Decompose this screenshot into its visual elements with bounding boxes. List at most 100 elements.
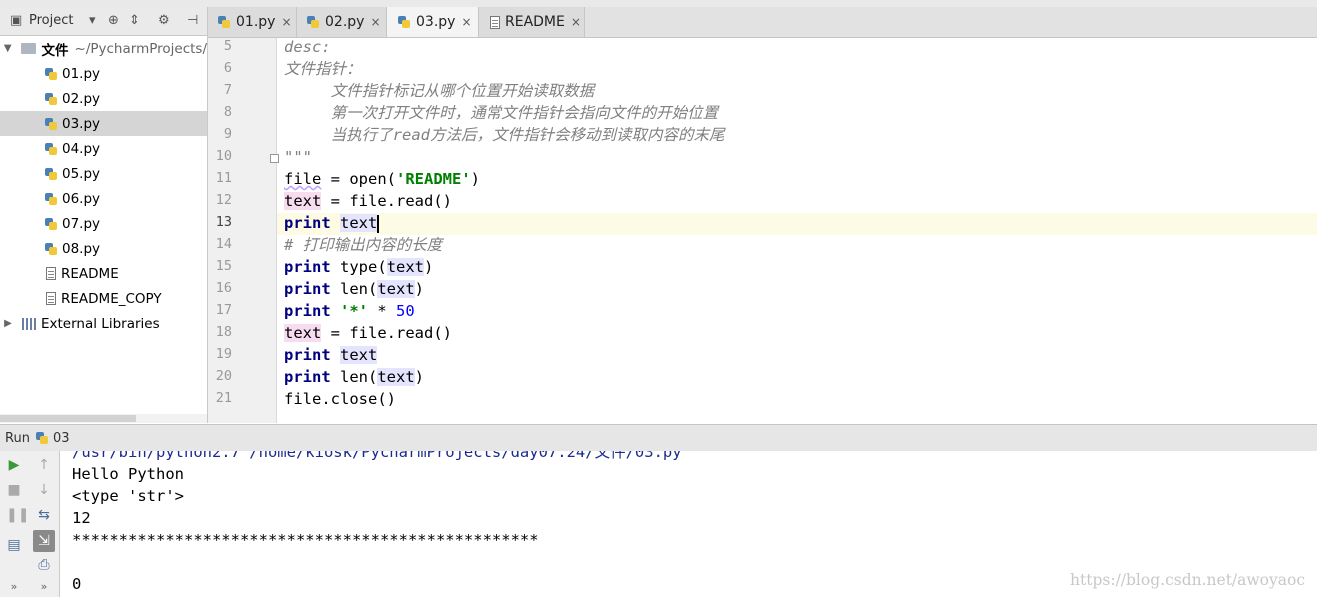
tab-02py[interactable]: 02.py × [297,7,387,37]
locate-icon[interactable]: ⊕ [108,13,119,28]
tree-file-03[interactable]: 03.py [0,111,207,136]
scroll-to-end-icon[interactable]: ⇲ [33,530,55,552]
tree-file-08[interactable]: 08.py [0,236,207,261]
more-actions-icon-2[interactable]: » [36,579,52,595]
tree-file-04[interactable]: 04.py [0,136,207,161]
tab-label: 01.py [236,14,276,30]
tree-file-01[interactable]: 01.py [0,61,207,86]
python-file-icon [44,192,58,206]
run-config-name[interactable]: 03 [53,431,70,446]
python-file-icon [217,15,231,29]
root-folder-path: ~/PycharmProjects/ [74,40,207,57]
token-string: '*' [340,302,369,320]
line-number: 20 [215,368,232,384]
close-icon[interactable]: × [281,15,291,29]
restore-layout-icon[interactable]: ▤ [6,537,22,553]
library-icon [22,317,36,330]
folder-icon [21,43,36,54]
code-line-14: # 打印输出内容的长度 [284,236,443,254]
line-number-current: 13 [215,214,232,230]
console-line: 12 [72,509,91,527]
soft-wrap-icon[interactable]: ⇆ [36,507,52,523]
token-op: * [368,302,397,320]
line-number: 6 [223,60,232,76]
token-op: = [321,324,350,342]
token-keyword: print [284,368,331,386]
hide-panel-icon[interactable]: ⊣ [187,13,198,28]
project-panel-title[interactable]: Project [29,13,73,28]
pause-icon[interactable]: ❚❚ [6,507,29,523]
code-line-20: print len(text) [284,366,424,388]
text-caret [377,214,380,233]
tree-external-libraries[interactable]: ▶ External Libraries [0,311,207,336]
tab-01py[interactable]: 01.py × [208,7,297,37]
scroll-down-icon[interactable]: ↓ [36,482,52,498]
code-line-7: 文件指针标记从哪个位置开始读取数据 [284,82,595,100]
code-line-5: desc: [284,38,331,56]
tree-file-06[interactable]: 06.py [0,186,207,211]
file-label: 07.py [62,215,101,232]
gear-icon[interactable]: ⚙ [158,13,170,28]
tree-file-readme[interactable]: README [0,261,207,286]
run-panel-title[interactable]: Run [5,431,30,446]
view-dropdown-icon[interactable]: ▾ [89,13,96,28]
project-view-icon: ▣ [10,13,23,28]
close-icon[interactable]: × [461,15,471,29]
fold-marker-icon[interactable] [270,154,279,163]
tree-root-folder[interactable]: ▼ 文件 ~/PycharmProjects/ [0,36,207,61]
token-var: text [377,368,415,386]
python-file-icon [35,431,49,445]
file-label: 02.py [62,90,101,107]
rerun-icon[interactable]: ▶ [6,457,22,473]
scrollbar-thumb[interactable] [0,415,136,422]
line-number-gutter[interactable]: 5 6 7 8 9 10 11 12 13 14 15 16 17 18 19 … [208,38,277,423]
token-paren: ) [414,368,425,386]
token-var: text [284,192,322,210]
code-editor[interactable]: 5 6 7 8 9 10 11 12 13 14 15 16 17 18 19 … [208,38,1317,423]
code-line-21: file.close() [284,390,396,408]
tree-file-05[interactable]: 05.py [0,161,207,186]
watermark: https://blog.csdn.net/awoyaoc [1070,571,1305,589]
token-keyword: print [284,280,331,298]
stop-icon[interactable]: ■ [6,482,22,498]
close-icon[interactable]: × [571,15,581,29]
code-line-19: print text [284,344,378,366]
python-file-icon [44,67,58,81]
console-line: ****************************************… [72,531,539,549]
python-file-icon [306,15,320,29]
collapse-all-icon[interactable]: ⇕ [129,13,140,28]
text-file-icon [490,15,500,29]
tree-file-readme-copy[interactable]: README_COPY [0,286,207,311]
code-line-11: file = open('README') [284,168,480,190]
scroll-up-icon[interactable]: ↑ [36,457,52,473]
python-file-icon [44,117,58,131]
close-icon[interactable]: × [370,15,380,29]
line-number: 14 [215,236,232,252]
print-icon[interactable]: ⎙ [36,557,52,573]
project-tool-window: ▣ Project ▾ ⊕ ⇕ ⚙ ⊣ ▼ 文件 ~/PycharmProjec… [0,7,208,423]
python-file-icon [397,15,411,29]
run-toolbar: ▶ ↑ ■ ↓ ❚❚ ⇆ ▤ ⇲ ⎙ » » [0,451,60,597]
file-label: 08.py [62,240,101,257]
console-output[interactable]: /usr/bin/python2.7 /home/kiosk/PycharmPr… [60,451,1317,597]
console-line: 0 [72,575,82,593]
line-number: 9 [223,126,232,142]
tab-label: README [505,14,565,30]
expand-arrow-icon[interactable]: ▼ [2,43,13,54]
tab-03py[interactable]: 03.py × [387,7,479,37]
tree-file-02[interactable]: 02.py [0,86,207,111]
horizontal-scrollbar[interactable] [0,414,207,423]
project-panel-header: ▣ Project ▾ ⊕ ⇕ ⚙ ⊣ [0,7,207,36]
file-label: 05.py [62,165,101,182]
expand-arrow-icon[interactable]: ▶ [2,318,14,329]
tab-readme[interactable]: README × [479,7,585,37]
token-paren: ) [424,258,434,276]
token-keyword: print [284,214,331,232]
file-label: 06.py [62,190,101,207]
more-actions-icon[interactable]: » [6,579,22,595]
tab-label: 02.py [325,14,365,30]
line-number: 7 [223,82,232,98]
line-number: 17 [215,302,232,318]
token-func: len( [340,280,378,298]
tree-file-07[interactable]: 07.py [0,211,207,236]
